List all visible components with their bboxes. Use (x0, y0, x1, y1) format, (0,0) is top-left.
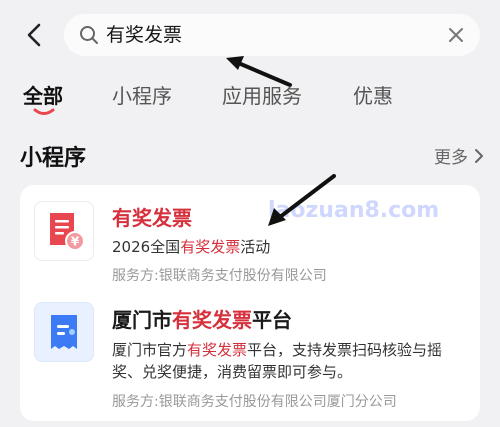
more-label: 更多 (434, 148, 468, 168)
app-desc-2: 厦门市官方有奖发票平台，支持发票扫码核验与摇奖、兑奖便捷，消费留票即可参与。 (112, 339, 462, 383)
app-name-2-highlight: 有奖发票 (172, 308, 252, 332)
desc-1-suffix: 活动 (240, 238, 271, 256)
close-icon[interactable] (446, 25, 466, 45)
app-name-1: 有奖发票 (112, 202, 192, 231)
search-icon (80, 26, 98, 44)
app-name-2-prefix: 厦门市 (112, 308, 172, 332)
filter-tabs: 全部 小程序 应用服务 优惠 (0, 76, 500, 116)
active-tab-indicator (33, 108, 55, 115)
tab-offers[interactable]: 优惠 (353, 80, 393, 109)
result-item-1[interactable]: ¥ 有奖发票 2026全国有奖发票活动 服务方:银联商务支付股份有限公司 (20, 185, 480, 291)
provider-2: 服务方:银联商务支付股份有限公司厦门分公司 (112, 394, 397, 410)
svg-text:¥: ¥ (71, 235, 80, 249)
tab-mini-programs[interactable]: 小程序 (112, 80, 172, 109)
result-item-2[interactable]: 厦门市有奖发票平台 厦门市官方有奖发票平台，支持发票扫码核验与摇奖、兑奖便捷，消… (20, 291, 480, 421)
desc-2-prefix: 厦门市官方 (112, 341, 188, 359)
desc-2-highlight: 有奖发票 (187, 341, 248, 359)
app-desc-1: 2026全国有奖发票活动 (112, 236, 462, 258)
provider-1: 服务方:银联商务支付股份有限公司 (112, 268, 327, 284)
more-link[interactable]: 更多 (434, 143, 484, 168)
app-icon-2 (34, 302, 94, 362)
search-input[interactable]: 有奖发票 (106, 23, 182, 47)
back-button[interactable] (20, 20, 50, 50)
app-name-1-highlight: 有奖发票 (112, 206, 192, 230)
results-card: ¥ 有奖发票 2026全国有奖发票活动 服务方:银联商务支付股份有限公司 厦门市… (20, 185, 480, 421)
receipt-yen-icon: ¥ (50, 213, 85, 251)
invoice-ticket-icon (51, 315, 77, 349)
desc-1-prefix: 2026全国 (112, 238, 181, 256)
tab-app-services[interactable]: 应用服务 (222, 80, 302, 109)
chevron-right-icon (475, 148, 483, 163)
app-name-2-suffix: 平台 (252, 308, 292, 332)
app-icon-1: ¥ (34, 201, 94, 261)
search-bar[interactable]: 有奖发票 (64, 14, 480, 56)
section-title: 小程序 (20, 146, 87, 171)
desc-1-highlight: 有奖发票 (180, 238, 241, 256)
tab-all[interactable]: 全部 (23, 80, 63, 109)
app-name-2: 厦门市有奖发票平台 (112, 304, 292, 333)
chevron-left-icon (27, 23, 41, 47)
top-bar: 有奖发票 (0, 0, 500, 70)
